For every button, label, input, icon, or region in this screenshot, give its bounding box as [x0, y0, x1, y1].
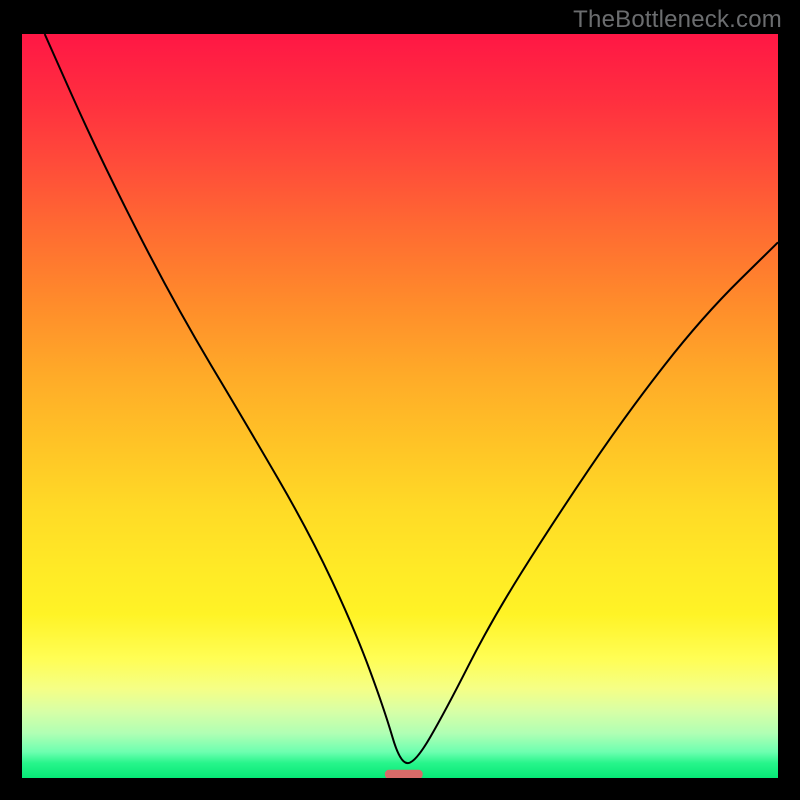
bottleneck-curve [45, 34, 778, 763]
watermark-text: TheBottleneck.com [573, 6, 782, 34]
chart-frame: TheBottleneck.com [0, 0, 800, 800]
axis-bottom-bar [22, 778, 778, 800]
plot-svg [22, 34, 778, 778]
plot-area [22, 34, 778, 778]
